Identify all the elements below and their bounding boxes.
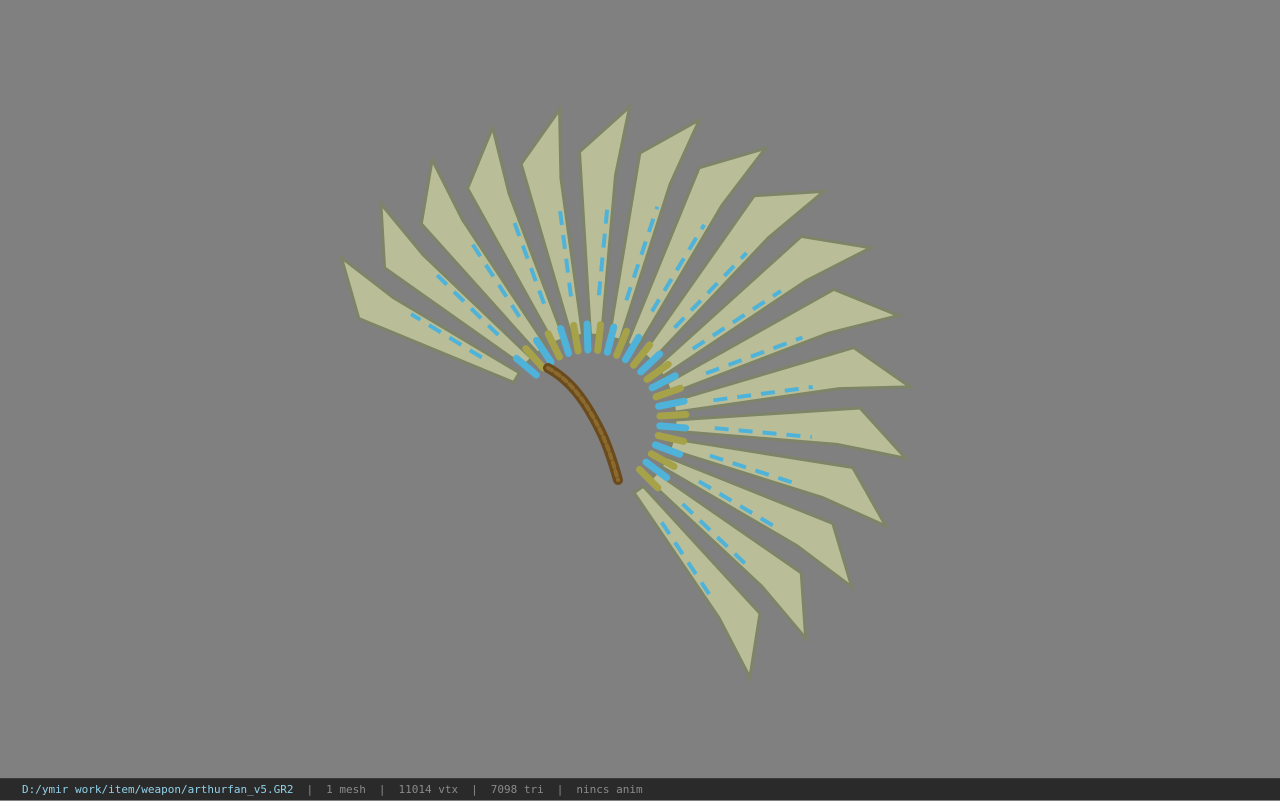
rim-spike: [594, 321, 605, 354]
fan-blades: [338, 102, 915, 683]
status-separator: |: [378, 782, 386, 796]
fan-handle: [543, 363, 623, 485]
rim-spike: [583, 320, 592, 354]
rim-spike: [656, 411, 690, 420]
animation-status: nincs anim: [576, 782, 643, 796]
rim-spike: [654, 432, 688, 445]
rim-spike: [655, 397, 688, 410]
file-path: D:/ymir work/item/weapon/arthurfan_v5.GR…: [22, 782, 294, 796]
fan-handle-highlight: [546, 366, 620, 482]
status-separator: |: [556, 782, 564, 796]
rim-spike: [652, 384, 685, 401]
mesh-count: 1 mesh: [326, 782, 366, 796]
status-separator: |: [306, 782, 314, 796]
vertex-count: 11014 vtx: [398, 782, 459, 796]
3d-viewport[interactable]: [0, 0, 1280, 778]
status-bar: D:/ymir work/item/weapon/arthurfan_v5.GR…: [0, 778, 1280, 800]
triangle-count: 7098 tri: [490, 782, 544, 796]
rim-spike: [603, 323, 618, 356]
rim-spike: [570, 321, 582, 355]
rim-spike: [557, 325, 573, 357]
status-separator: |: [471, 782, 478, 796]
rim-spike: [656, 422, 690, 432]
weapon-model: [338, 102, 915, 683]
